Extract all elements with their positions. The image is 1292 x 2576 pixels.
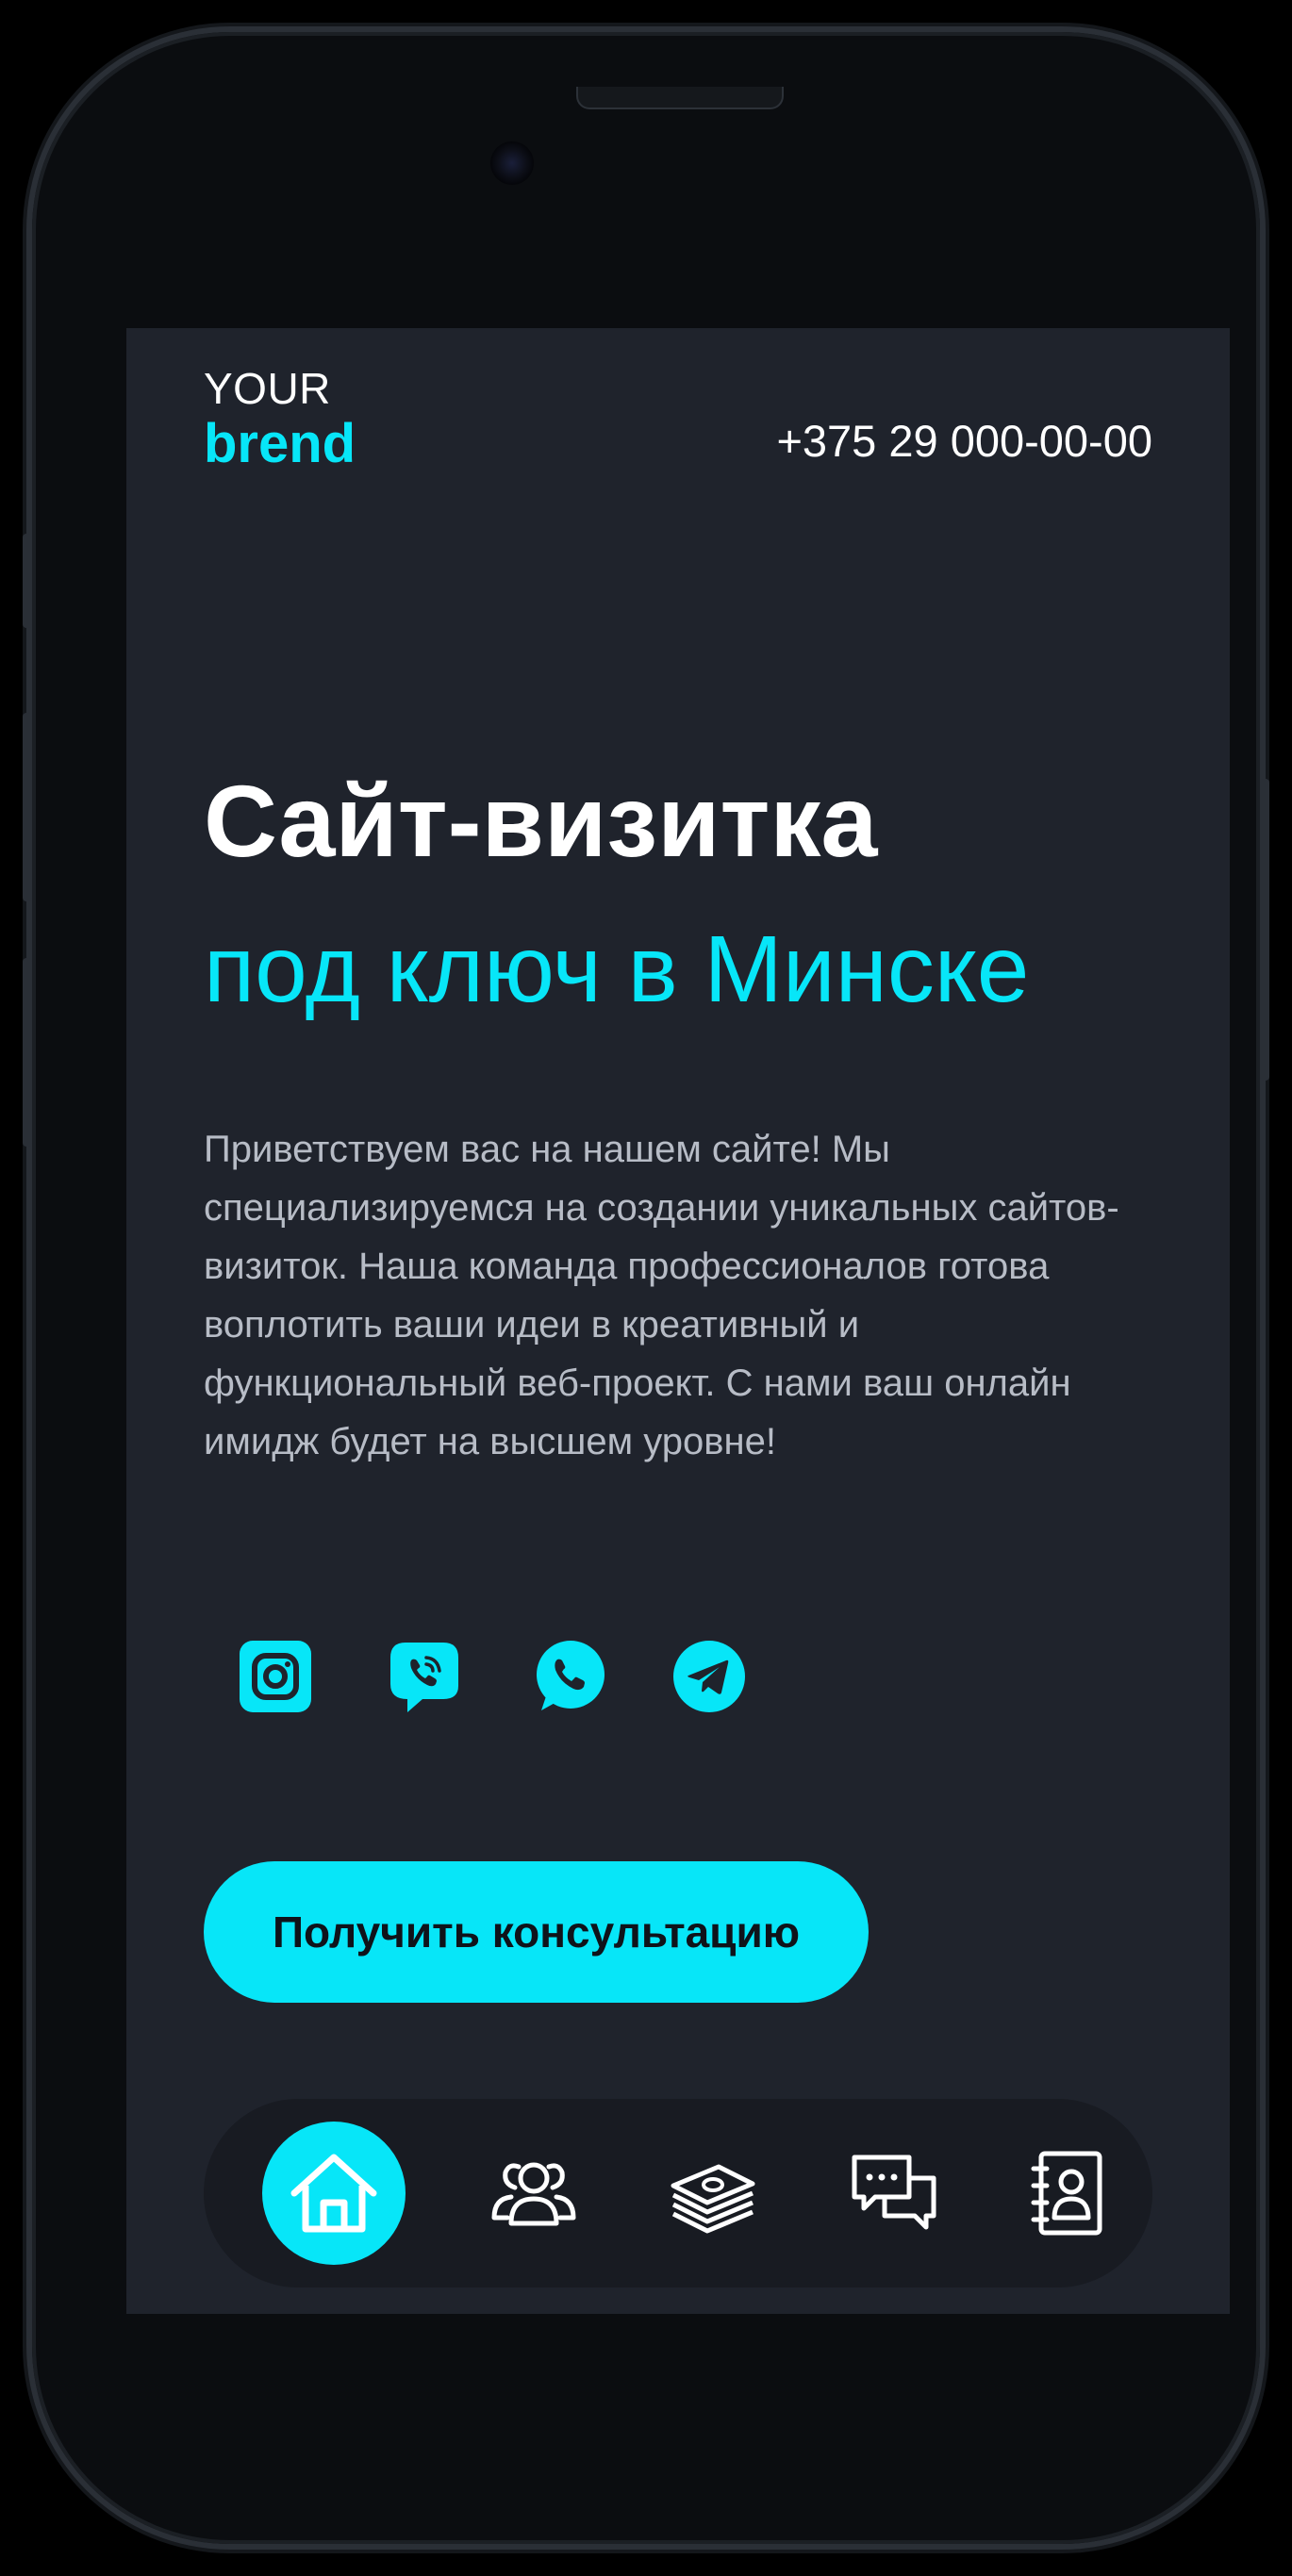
mute-switch (23, 534, 32, 628)
volume-up-button (23, 713, 32, 901)
bottom-nav (204, 2099, 1152, 2287)
nav-contacts[interactable] (996, 2122, 1139, 2265)
logo-bottom-text: brend (204, 413, 356, 474)
intro-paragraph: Приветствуем вас на нашем сайте! Мы спец… (204, 1129, 1119, 1462)
instagram-icon[interactable] (238, 1639, 313, 1714)
phone-frame: YOUR brend +375 29 000-00-00 Сайт-визитк… (32, 32, 1260, 2544)
front-camera (490, 141, 534, 185)
chat-icon (852, 2155, 936, 2230)
hero-title: Сайт-визитка (204, 764, 878, 878)
power-button (1260, 779, 1269, 1081)
nav-reviews[interactable] (822, 2122, 966, 2265)
home-icon (290, 2154, 377, 2233)
hero-subtitle: под ключ в Минске (204, 916, 1030, 1022)
screen: YOUR brend +375 29 000-00-00 Сайт-визитк… (126, 328, 1230, 2314)
nav-team[interactable] (462, 2122, 605, 2265)
get-consultation-button[interactable]: Получить консультацию (204, 1861, 869, 2003)
logo[interactable]: YOUR brend (204, 364, 356, 475)
phone-number-link[interactable]: +375 29 000-00-00 (776, 415, 1152, 468)
team-icon (491, 2162, 576, 2226)
whatsapp-icon[interactable] (532, 1639, 607, 1714)
phone-speaker (576, 87, 784, 109)
volume-down-button (23, 958, 32, 1147)
nav-prices[interactable] (641, 2122, 785, 2265)
telegram-icon[interactable] (671, 1639, 747, 1714)
viber-icon[interactable] (387, 1639, 462, 1714)
nav-home[interactable] (262, 2122, 406, 2265)
contacts-icon (1031, 2151, 1102, 2236)
logo-top-text: YOUR (204, 364, 331, 413)
money-icon (671, 2164, 755, 2234)
